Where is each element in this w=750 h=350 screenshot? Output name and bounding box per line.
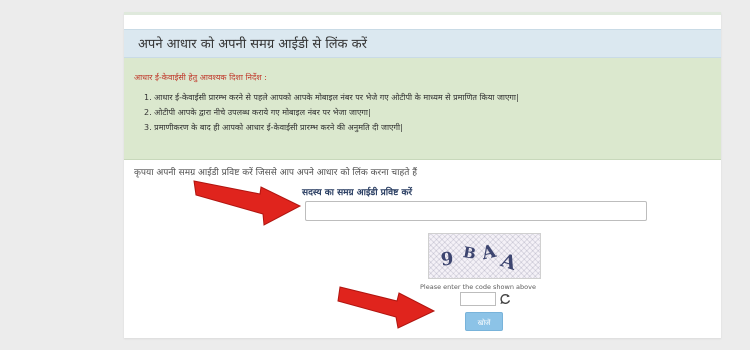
instruction-item-3: 3. प्रमाणीकरण के बाद ही आपको आधार ई-केवा…	[144, 123, 403, 132]
card-header: अपने आधार को अपनी समग्र आईडी से लिंक करे…	[124, 29, 721, 58]
link-prompt: कृपया अपनी समग्र आईडी प्रविष्ट करें जिसस…	[134, 168, 418, 178]
captcha-image: 9 B A A	[428, 233, 541, 279]
refresh-icon[interactable]	[499, 293, 511, 305]
captcha-char: 9	[439, 248, 455, 271]
samagra-id-label: सदस्य का समग्र आईडी प्रविष्ट करें	[302, 188, 413, 198]
captcha-char: B	[461, 243, 478, 263]
instructions-list: 1. आधार ई-केवाईसी प्रारम्भ करने से पहले …	[144, 90, 519, 135]
instruction-item-2: 2. ओटीपी आपके द्वारा नीचे उपलब्ध कराये ग…	[144, 108, 371, 117]
captcha-caption: Please enter the code shown above	[420, 283, 536, 291]
page-title: अपने आधार को अपनी समग्र आईडी से लिंक करे…	[138, 37, 367, 52]
captcha-input[interactable]	[460, 292, 496, 306]
instruction-item-1: 1. आधार ई-केवाईसी प्रारम्भ करने से पहले …	[144, 93, 519, 102]
captcha-char: A	[498, 249, 519, 275]
instructions-panel: आधार ई-केवाईसी हेतु आवश्यक दिशा निर्देश …	[124, 58, 721, 160]
samagra-id-input[interactable]	[305, 201, 647, 221]
instructions-title: आधार ई-केवाईसी हेतु आवश्यक दिशा निर्देश …	[134, 73, 267, 82]
captcha-char: A	[479, 240, 498, 265]
search-button[interactable]: खोजें	[465, 312, 503, 331]
aadhaar-link-card: अपने आधार को अपनी समग्र आईडी से लिंक करे…	[124, 12, 721, 338]
